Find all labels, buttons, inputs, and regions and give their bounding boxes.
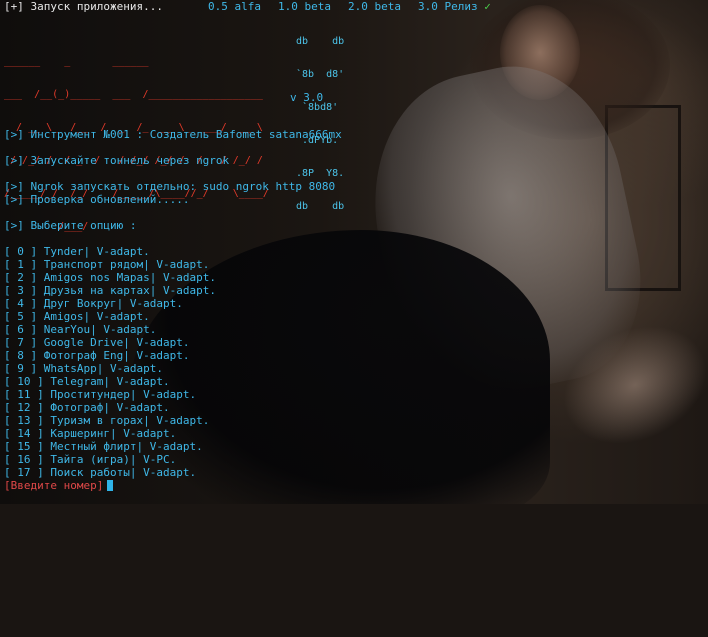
option-number: [ 15 ]	[4, 440, 44, 453]
option-label: Поиск работы| V-adapt.	[50, 466, 197, 479]
option-item-0[interactable]: [ 0 ] Tynder| V-adapt.	[4, 245, 150, 258]
version-3-label: 3.0 Релиз	[418, 0, 478, 13]
option-number: [ 4 ]	[4, 297, 38, 310]
option-item-6[interactable]: [ 6 ] NearYou| V-adapt.	[4, 323, 156, 336]
message-line: [>] Выберите опцию :	[4, 219, 136, 232]
version-0: 0.5 alfa	[208, 0, 261, 13]
message-prefix: [>]	[4, 193, 24, 206]
option-number: [ 7 ]	[4, 336, 38, 349]
option-label: Друг Вокруг| V-adapt.	[43, 297, 183, 310]
prompt-label: [Введите номер]	[4, 479, 104, 492]
version-3: 3.0 Релиз ✓	[418, 0, 491, 13]
option-label: Amigos| V-adapt.	[43, 310, 150, 323]
option-number: [ 16 ]	[4, 453, 44, 466]
option-label: Друзья на картах| V-adapt.	[43, 284, 216, 297]
logo-x-line: db db	[296, 201, 345, 212]
option-item-10[interactable]: [ 10 ] Telegram| V-adapt.	[4, 375, 170, 388]
option-number: [ 8 ]	[4, 349, 38, 362]
message-line: [>] Проверка обновлений.....	[4, 193, 189, 206]
option-number: [ 1 ]	[4, 258, 38, 271]
logo-version: v 3.0	[290, 91, 324, 104]
header-title: Запуск приложения...	[30, 0, 163, 13]
option-label: Фотограф Eng| V-adapt.	[43, 349, 190, 362]
option-number: [ 10 ]	[4, 375, 44, 388]
option-label: Amigos nos Mapas| V-adapt.	[43, 271, 216, 284]
option-number: [ 3 ]	[4, 284, 38, 297]
message-text: Ngrok запускать отдельно: sudo ngrok htt…	[30, 180, 336, 193]
message-prefix: [>]	[4, 128, 24, 141]
input-prompt[interactable]: [Введите номер]	[4, 479, 114, 492]
message-text: Инструмент №001 : Создатель Bafomet sata…	[30, 128, 342, 141]
message-line: [>] Запускайте тоннель через ngrok	[4, 154, 229, 167]
option-number: [ 6 ]	[4, 323, 38, 336]
option-number: [ 13 ]	[4, 414, 44, 427]
option-item-13[interactable]: [ 13 ] Туризм в горах| V-adapt.	[4, 414, 209, 427]
option-item-12[interactable]: [ 12 ] Фотограф| V-adapt.	[4, 401, 170, 414]
logo-art-line: ___ /__(_)_____ ___ /___________________	[4, 89, 263, 100]
logo-x-line: .8P Y8.	[296, 168, 345, 179]
option-label: NearYou| V-adapt.	[43, 323, 157, 336]
header-line: [+] Запуск приложения...	[4, 0, 163, 13]
option-label: Местный флирт| V-adapt.	[50, 440, 203, 453]
option-label: Тайга (игра)| V-PC.	[50, 453, 177, 466]
message-line: [>] Ngrok запускать отдельно: sudo ngrok…	[4, 180, 335, 193]
message-text: Запускайте тоннель через ngrok	[30, 154, 230, 167]
option-number: [ 11 ]	[4, 388, 44, 401]
option-label: Фотограф| V-adapt.	[50, 401, 170, 414]
option-label: Google Drive| V-adapt.	[43, 336, 190, 349]
message-text: Выберите опцию :	[30, 219, 137, 232]
logo-x-art: db db `8b d8' `8bd8' .dPYb. .8P Y8. db d…	[296, 14, 344, 234]
version-1: 1.0 beta	[278, 0, 331, 13]
logo-art-line: ______ _ ______	[4, 56, 149, 67]
check-icon: ✓	[484, 0, 491, 13]
logo-x-line: `8b d8'	[296, 69, 345, 80]
option-number: [ 5 ]	[4, 310, 38, 323]
option-label: Telegram| V-adapt.	[50, 375, 170, 388]
message-prefix: [>]	[4, 154, 24, 167]
message-line: [>] Инструмент №001 : Создатель Bafomet …	[4, 128, 342, 141]
terminal-window[interactable]: [+] Запуск приложения... 0.5 alfa 1.0 be…	[0, 0, 708, 504]
option-item-7[interactable]: [ 7 ] Google Drive| V-adapt.	[4, 336, 189, 349]
option-label: Каршеринг| V-adapt.	[50, 427, 177, 440]
option-item-5[interactable]: [ 5 ] Amigos| V-adapt.	[4, 310, 150, 323]
option-item-11[interactable]: [ 11 ] Проститундер| V-adapt.	[4, 388, 196, 401]
option-item-14[interactable]: [ 14 ] Каршеринг| V-adapt.	[4, 427, 176, 440]
option-item-16[interactable]: [ 16 ] Тайга (игра)| V-PC.	[4, 453, 176, 466]
message-prefix: [>]	[4, 180, 24, 193]
option-item-15[interactable]: [ 15 ] Местный флирт| V-adapt.	[4, 440, 203, 453]
logo-x-line: db db	[296, 36, 345, 47]
option-label: Проститундер| V-adapt.	[50, 388, 197, 401]
option-item-8[interactable]: [ 8 ] Фотограф Eng| V-adapt.	[4, 349, 189, 362]
option-item-4[interactable]: [ 4 ] Друг Вокруг| V-adapt.	[4, 297, 183, 310]
option-label: Туризм в горах| V-adapt.	[50, 414, 210, 427]
option-item-2[interactable]: [ 2 ] Amigos nos Mapas| V-adapt.	[4, 271, 216, 284]
option-item-17[interactable]: [ 17 ] Поиск работы| V-adapt.	[4, 466, 196, 479]
version-2: 2.0 beta	[348, 0, 401, 13]
option-number: [ 17 ]	[4, 466, 44, 479]
text-cursor	[107, 480, 114, 491]
option-item-3[interactable]: [ 3 ] Друзья на картах| V-adapt.	[4, 284, 216, 297]
option-number: [ 12 ]	[4, 401, 44, 414]
option-number: [ 2 ]	[4, 271, 38, 284]
option-number: [ 0 ]	[4, 245, 38, 258]
option-label: Транспорт рядом| V-adapt.	[43, 258, 210, 271]
message-text: Проверка обновлений.....	[30, 193, 190, 206]
option-label: Tynder| V-adapt.	[43, 245, 150, 258]
options-list: [ 0 ] Tynder| V-adapt. [ 1 ] Транспорт р…	[0, 245, 708, 585]
option-label: WhatsApp| V-adapt.	[43, 362, 163, 375]
option-item-1[interactable]: [ 1 ] Транспорт рядом| V-adapt.	[4, 258, 209, 271]
option-number: [ 9 ]	[4, 362, 38, 375]
header-prefix: [+]	[4, 0, 24, 13]
message-prefix: [>]	[4, 219, 24, 232]
option-item-9[interactable]: [ 9 ] WhatsApp| V-adapt.	[4, 362, 163, 375]
option-number: [ 14 ]	[4, 427, 44, 440]
